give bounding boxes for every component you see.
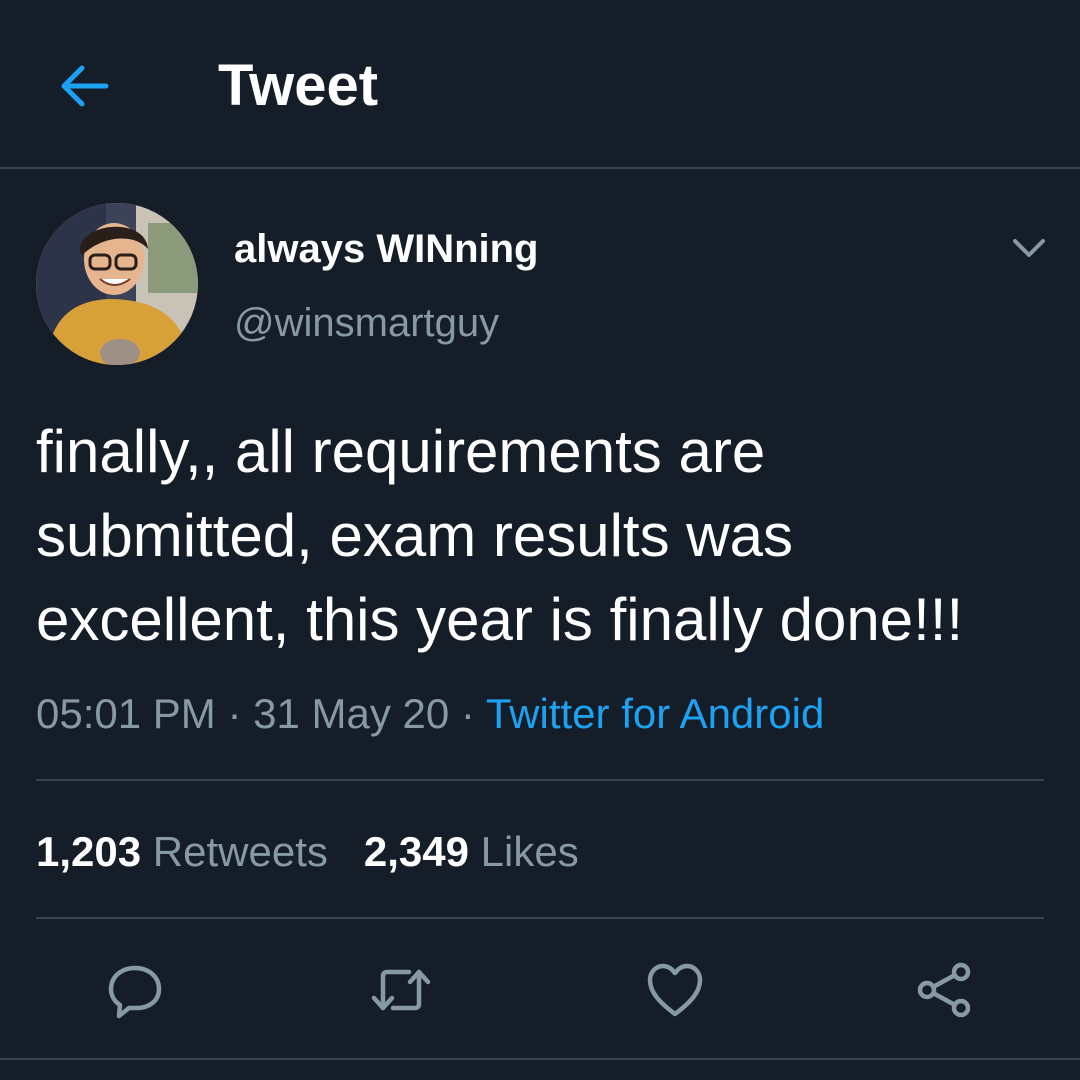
divider bbox=[0, 1058, 1080, 1060]
avatar[interactable] bbox=[36, 203, 198, 365]
retweets-stat[interactable]: 1,203 Retweets bbox=[36, 828, 328, 875]
retweet-icon bbox=[371, 969, 431, 1011]
arrow-left-icon bbox=[61, 65, 109, 107]
share-button[interactable] bbox=[913, 958, 977, 1022]
likes-stat[interactable]: 2,349 Likes bbox=[364, 828, 579, 875]
avatar-image bbox=[36, 203, 198, 365]
more-options-button[interactable] bbox=[1006, 228, 1052, 268]
author-handle[interactable]: @winsmartguy bbox=[234, 298, 499, 348]
divider bbox=[36, 917, 1044, 919]
share-icon bbox=[917, 962, 971, 1018]
tweet-detail-screen: Tweet always WINning @winsmartguy finall… bbox=[0, 0, 1080, 1080]
tweet-date: 31 May 20 bbox=[253, 690, 450, 737]
retweet-button[interactable] bbox=[369, 958, 433, 1022]
reply-icon bbox=[108, 965, 162, 1019]
tweet-text: finally,, all requirements are submitted… bbox=[36, 418, 964, 653]
tweet-meta: 05:01 PM · 31 May 20 · Twitter for Andro… bbox=[36, 686, 824, 742]
divider bbox=[36, 779, 1044, 781]
retweets-label: Retweets bbox=[152, 828, 328, 875]
tweet-stats: 1,203 Retweets 2,349 Likes bbox=[36, 824, 579, 880]
like-button[interactable] bbox=[643, 958, 707, 1022]
retweets-count: 1,203 bbox=[36, 828, 142, 875]
likes-label: Likes bbox=[480, 828, 579, 875]
meta-separator: · bbox=[227, 690, 242, 737]
top-bar: Tweet bbox=[0, 0, 1080, 169]
chevron-down-icon bbox=[1013, 239, 1045, 257]
page-title: Tweet bbox=[218, 53, 379, 118]
meta-separator: · bbox=[460, 690, 475, 737]
author-display-name[interactable]: always WINning bbox=[234, 224, 539, 274]
back-button[interactable] bbox=[52, 54, 116, 118]
likes-count: 2,349 bbox=[363, 828, 469, 875]
tweet-source-link[interactable]: Twitter for Android bbox=[486, 690, 824, 737]
tweet-time: 05:01 PM bbox=[36, 690, 216, 737]
heart-icon bbox=[647, 963, 703, 1017]
reply-button[interactable] bbox=[103, 958, 167, 1022]
